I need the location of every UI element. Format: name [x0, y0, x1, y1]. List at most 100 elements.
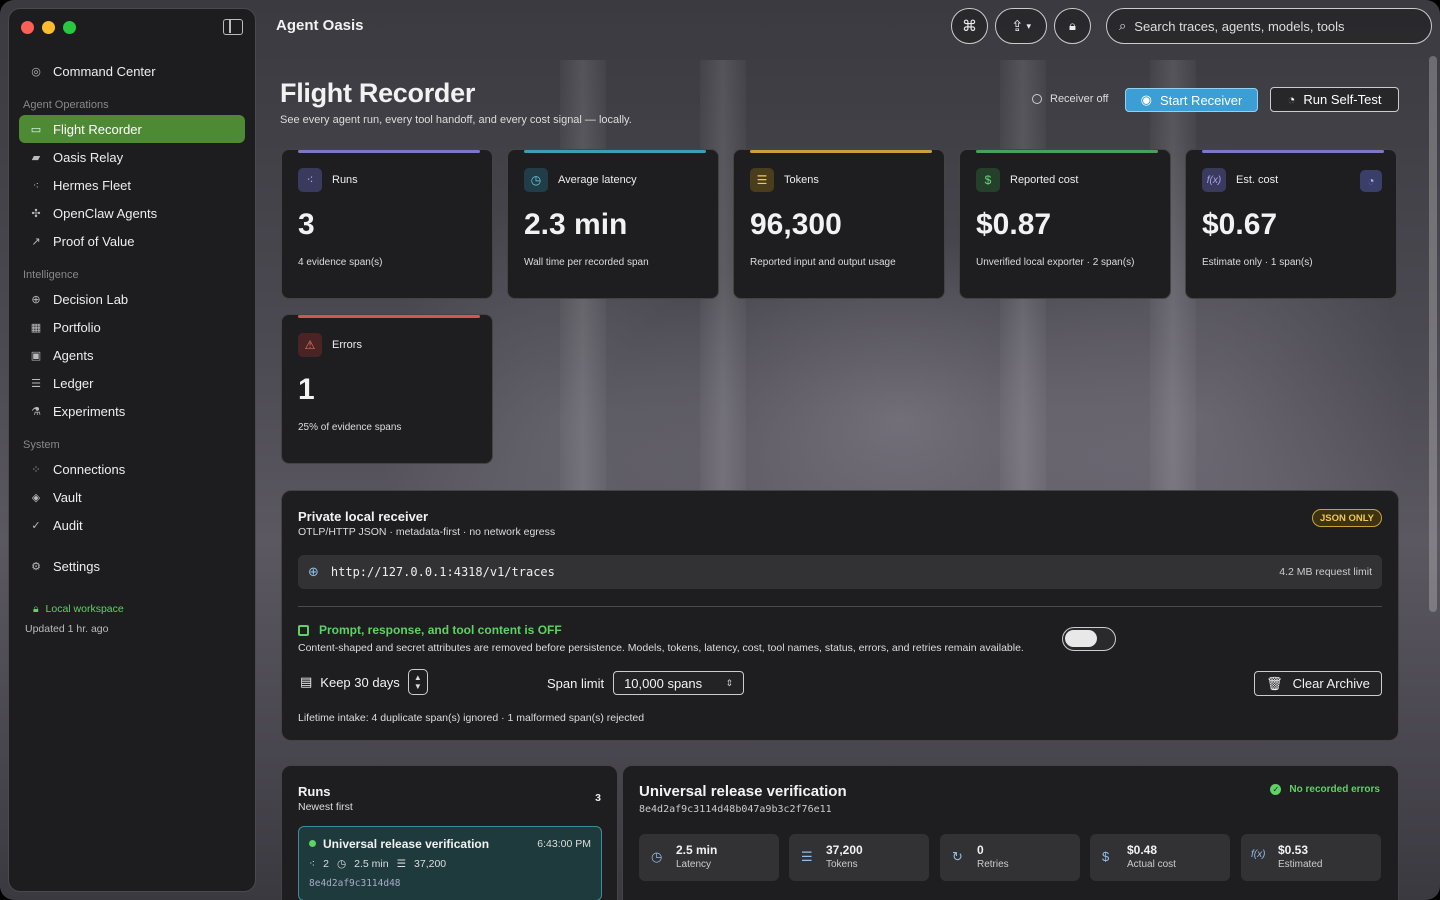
dollar-icon: $ — [1102, 849, 1110, 864]
sidebar-item-label: Command Center — [53, 63, 156, 79]
sidebar-item-settings[interactable]: ⚙ Settings — [19, 552, 245, 580]
page-title: Flight Recorder — [280, 78, 476, 108]
sidebar-item-portfolio[interactable]: ▦ Portfolio — [19, 313, 245, 341]
sidebar-item-agents[interactable]: ▣ Agents — [19, 341, 245, 369]
sidebar-item-command-center[interactable]: ◎ Command Center — [19, 57, 245, 85]
receiver-status: Receiver off — [1032, 93, 1109, 105]
sidebar-section-title: System — [23, 439, 60, 451]
retention-label: Keep 30 days — [320, 674, 400, 690]
run-meta: ⁖ 2 ◷ 2.5 min ☰ 37,200 — [309, 858, 447, 870]
check-circle-icon: ✓ — [31, 519, 41, 532]
function-icon: f(x) — [1251, 849, 1266, 860]
nodes-icon: ⁖ — [32, 179, 40, 192]
sidebar-item-label: Hermes Fleet — [53, 177, 132, 193]
start-receiver-button[interactable]: ◉ Start Receiver — [1125, 88, 1258, 112]
app-window: ◎ Command Center Agent Operations ▭ Flig… — [0, 0, 1440, 900]
runs-title: Runs — [298, 784, 331, 799]
clear-archive-button[interactable]: 🗑︎ Clear Archive — [1254, 671, 1382, 696]
sidebar-item-experiments[interactable]: ⚗ Experiments — [19, 397, 245, 425]
sidebar-item-ledger[interactable]: ☰ Ledger — [19, 369, 245, 397]
run-self-test-button[interactable]: ◔ Run Self-Test — [1270, 87, 1399, 112]
nodes-icon: ⁖ — [309, 858, 316, 870]
content-capture-toggle[interactable] — [1062, 627, 1116, 651]
metric-card-tokens: ☰ Tokens 96,300 Reported input and outpu… — [733, 149, 945, 299]
metric-note: Wall time per recorded span — [524, 257, 649, 268]
stat-retries: ↻ 0 Retries — [940, 834, 1080, 881]
command-icon: ⌘ — [962, 18, 977, 35]
sidebar-item-openclaw-agents[interactable]: ✣ OpenClaw Agents — [19, 199, 245, 227]
sidebar-section-title: Agent Operations — [23, 99, 109, 111]
lock-icon: 🔒︎ — [33, 603, 39, 615]
metric-label: Reported cost — [1010, 174, 1079, 186]
share-menu-button[interactable]: ⇪ ▾ — [995, 8, 1047, 44]
sidebar-item-proof-of-value[interactable]: ↗ Proof of Value — [19, 227, 245, 255]
page-subtitle: See every agent run, every tool handoff,… — [280, 114, 632, 126]
stat-estimated: f(x) $0.53 Estimated — [1241, 834, 1381, 881]
metric-card-average-latency: ◷ Average latency 2.3 min Wall time per … — [507, 149, 719, 299]
detail-title: Universal release verification — [639, 783, 847, 800]
metric-note: Estimate only · 1 span(s) — [1202, 257, 1313, 268]
runs-count: 3 — [595, 792, 601, 804]
sidebar: ◎ Command Center Agent Operations ▭ Flig… — [8, 8, 256, 892]
sidebar-section-title: Intelligence — [23, 269, 79, 281]
stat-tokens: ☰ 37,200 Tokens — [789, 834, 929, 881]
warning-icon: ⚠ — [298, 333, 322, 357]
lock-button[interactable]: 🔒︎ — [1054, 8, 1091, 44]
search-bar[interactable]: ⌕ — [1106, 8, 1432, 44]
status-dot-icon — [309, 840, 316, 847]
sidebar-item-label: Agents — [53, 347, 94, 363]
gauge-icon[interactable]: ◔ — [1360, 170, 1382, 192]
metric-card-errors: ⚠ Errors 1 25% of evidence spans — [281, 314, 493, 464]
span-limit-select[interactable]: 10,000 spans ⇕ — [613, 671, 745, 695]
stat-actual-cost: $ $0.48 Actual cost — [1090, 834, 1230, 881]
clock-icon: ◷ — [651, 849, 663, 864]
sidebar-item-label: Ledger — [53, 375, 94, 391]
metric-value: 2.3 min — [524, 208, 628, 241]
scrollbar[interactable] — [1429, 56, 1437, 612]
receiver-subtitle: OTLP/HTTP JSON · metadata-first · no net… — [298, 526, 556, 538]
run-detail-panel: Universal release verification 8e4d2af9c… — [622, 765, 1399, 900]
sidebar-toggle-icon[interactable] — [223, 19, 243, 35]
app-title: Agent Oasis — [276, 17, 364, 34]
receiver-url: http://127.0.0.1:4318/v1/traces — [330, 565, 555, 579]
run-time: 6:43:00 PM — [537, 838, 591, 850]
zoom-window-button[interactable] — [63, 21, 76, 34]
list-item[interactable]: Universal release verification 6:43:00 P… — [298, 826, 602, 900]
close-window-button[interactable] — [21, 21, 34, 34]
span-limit-label: Span limit — [547, 675, 605, 691]
network-icon: ⁘ — [31, 463, 41, 476]
lines-icon: ☰ — [396, 858, 407, 870]
globe-icon: ⊕ — [308, 564, 319, 579]
sidebar-item-audit[interactable]: ✓ Audit — [19, 511, 245, 539]
workspace-label: 🔒︎ Local workspace — [33, 603, 124, 615]
metric-value: $0.67 — [1202, 208, 1278, 241]
sidebar-item-flight-recorder[interactable]: ▭ Flight Recorder — [19, 115, 245, 143]
status-badge: ✓ No recorded errors — [1270, 784, 1380, 795]
chevron-down-icon: ▼ — [413, 682, 422, 691]
sidebar-item-vault[interactable]: ◈ Vault — [19, 483, 245, 511]
runs-subtitle: Newest first — [298, 801, 353, 813]
search-input[interactable] — [1134, 18, 1405, 34]
command-button[interactable]: ⌘ — [951, 8, 988, 44]
sidebar-item-oasis-relay[interactable]: ▰ Oasis Relay — [19, 143, 245, 171]
minimize-window-button[interactable] — [42, 21, 55, 34]
sidebar-item-label: Experiments — [53, 403, 126, 419]
receiver-title: Private local receiver — [298, 509, 429, 524]
metric-card-runs: ⁖ Runs 3 4 evidence span(s) — [281, 149, 493, 299]
metric-note: 4 evidence span(s) — [298, 257, 383, 268]
receiver-url-field[interactable]: ⊕ http://127.0.0.1:4318/v1/traces 4.2 MB… — [298, 555, 1382, 589]
sidebar-item-connections[interactable]: ⁘ Connections — [19, 455, 245, 483]
retention-stepper[interactable]: ▲ ▼ — [407, 669, 428, 695]
metric-note: Reported input and output usage — [750, 257, 896, 268]
metric-label: Runs — [332, 174, 358, 186]
retention-control: ▤ Keep 30 days ▲ ▼ — [300, 669, 428, 695]
sidebar-item-label: Portfolio — [53, 319, 101, 335]
sidebar-item-label: Decision Lab — [53, 291, 129, 307]
metric-label: Errors — [332, 339, 362, 351]
search-icon: ⌕ — [1119, 18, 1127, 33]
sidebar-item-decision-lab[interactable]: ⊕ Decision Lab — [19, 285, 245, 313]
nodes-icon: ⁖ — [298, 168, 322, 192]
function-icon: f(x) — [1202, 168, 1226, 192]
clock-icon: ◷ — [337, 858, 347, 870]
sidebar-item-hermes-fleet[interactable]: ⁖ Hermes Fleet — [19, 171, 245, 199]
